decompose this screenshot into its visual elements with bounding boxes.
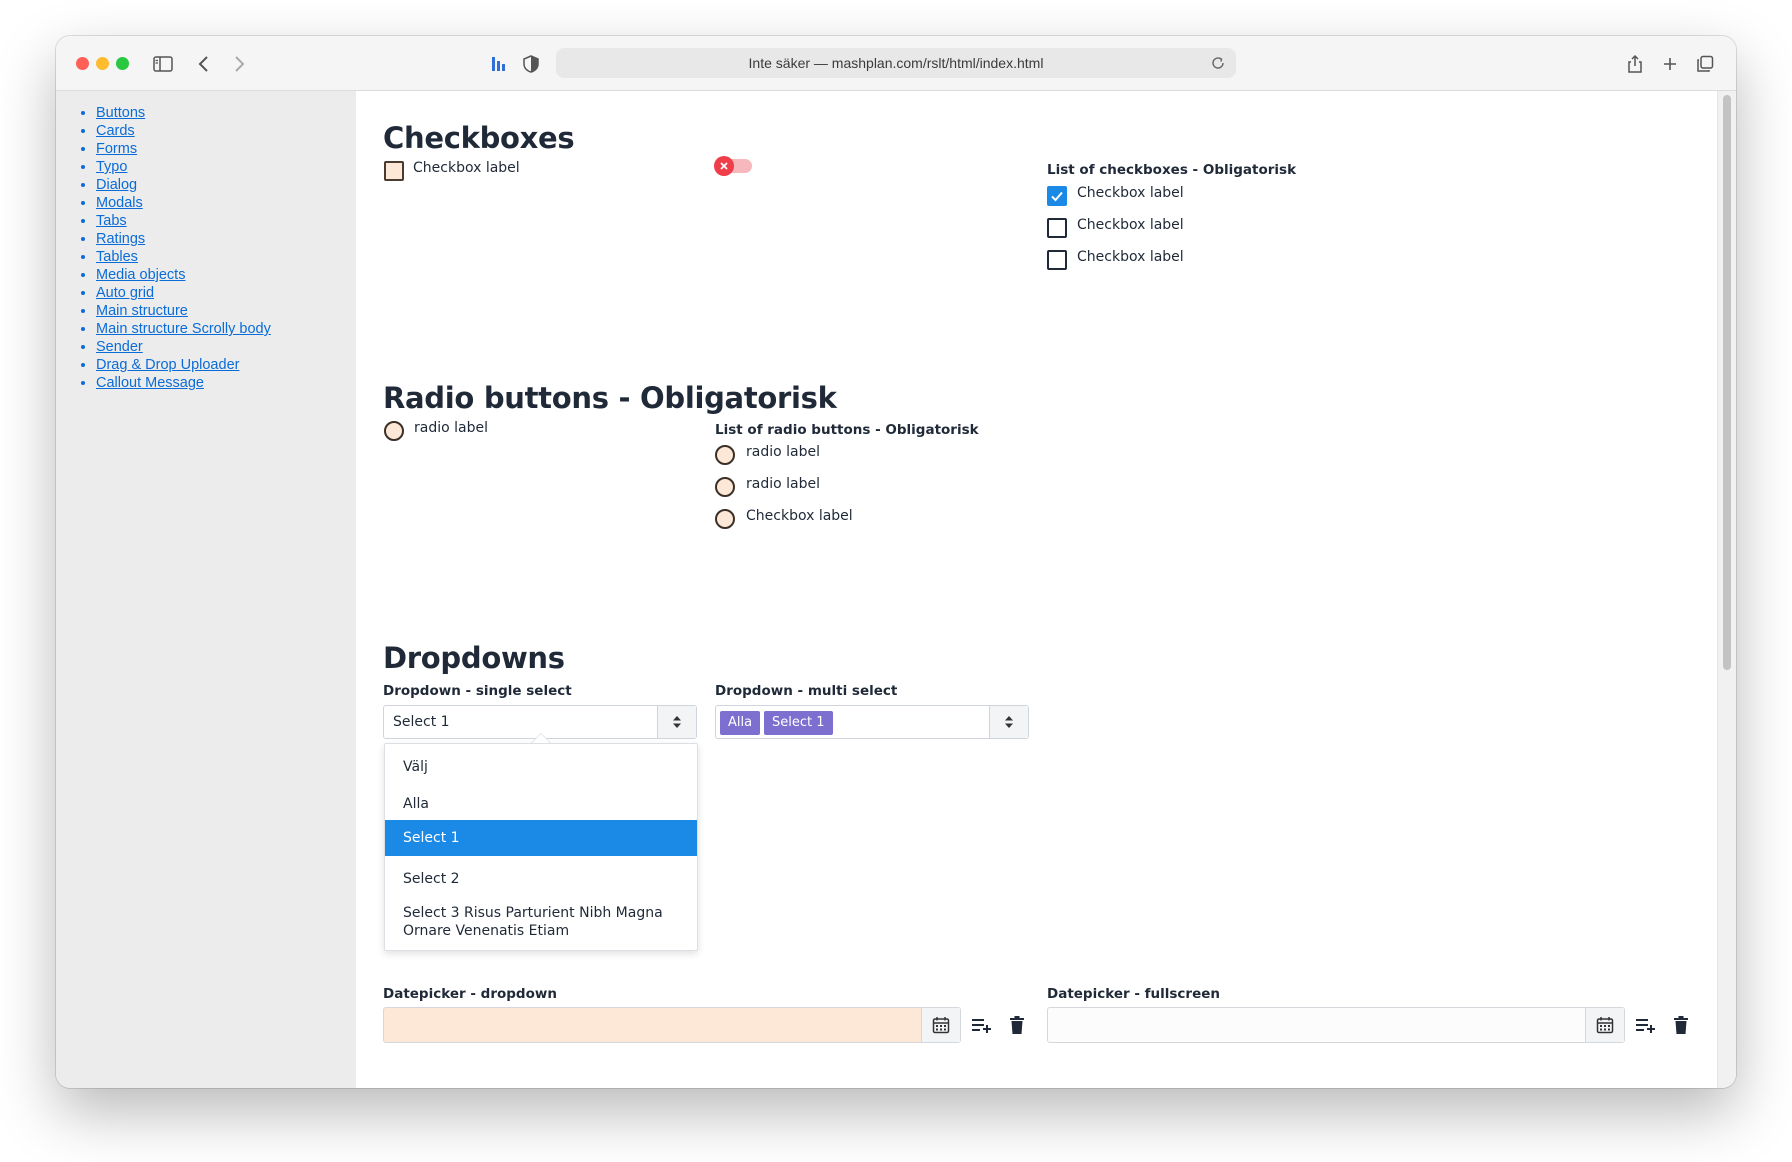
scrollbar-thumb[interactable] [1723, 95, 1731, 670]
trash-icon[interactable] [1669, 1013, 1693, 1037]
sidebar-item-dialog[interactable]: Dialog [96, 176, 356, 194]
checkbox-list-item-1[interactable] [1047, 186, 1067, 206]
single-checkbox[interactable] [384, 161, 404, 181]
single-radio[interactable] [384, 421, 404, 441]
browser-toolbar: Inte säker — mashplan.com/rslt/html/inde… [56, 36, 1736, 91]
sidebar-item-main-structure-scrolly[interactable]: Main structure Scrolly body [96, 320, 356, 338]
radio-list-label-2: radio label [746, 476, 820, 492]
radio-list-item-2[interactable] [715, 477, 735, 497]
dropdown-option[interactable]: Alla [385, 791, 697, 817]
checkbox-list-label-2: Checkbox label [1077, 217, 1184, 233]
single-select-menu: Välj Alla Select 1 Select 2 Select 3 Ris… [384, 743, 698, 951]
sidebar-item-buttons[interactable]: Buttons [96, 104, 356, 122]
radio-list-label-3: Checkbox label [746, 508, 853, 524]
checkboxes-heading: Checkboxes [383, 121, 575, 155]
radio-list-item-3[interactable] [715, 509, 735, 529]
privacy-shield-icon[interactable] [520, 53, 542, 75]
forward-icon[interactable] [228, 53, 250, 75]
dropdown-option[interactable]: Select 3 Risus Parturient Nibh Magna Orn… [385, 902, 697, 942]
single-select-label: Dropdown - single select [383, 683, 572, 699]
toggle-switch[interactable] [714, 156, 752, 176]
dropdowns-heading: Dropdowns [383, 641, 565, 675]
sidebar-item-tabs[interactable]: Tabs [96, 212, 356, 230]
datepicker-fullscreen-input[interactable] [1047, 1007, 1625, 1043]
sidebar-item-main-structure[interactable]: Main structure [96, 302, 356, 320]
select-arrows-icon[interactable] [657, 706, 696, 738]
reload-icon[interactable] [1210, 55, 1226, 71]
trash-icon[interactable] [1005, 1013, 1029, 1037]
calendar-icon[interactable] [921, 1008, 960, 1042]
sidebar-item-modals[interactable]: Modals [96, 194, 356, 212]
checkbox-list-label-3: Checkbox label [1077, 249, 1184, 265]
close-icon [720, 162, 728, 170]
datepicker-dropdown-label: Datepicker - dropdown [383, 986, 557, 1002]
radio-list-label-1: radio label [746, 444, 820, 460]
toggle-knob [714, 156, 734, 176]
dropdown-option[interactable]: Select 2 [385, 866, 697, 892]
dropdown-option-selected[interactable]: Select 1 [385, 820, 697, 856]
sidebar-item-callout-message[interactable]: Callout Message [96, 374, 356, 392]
minimize-window-button[interactable] [96, 57, 109, 70]
extension-icon[interactable] [487, 53, 509, 75]
multi-select-label: Dropdown - multi select [715, 683, 898, 699]
add-list-icon[interactable] [1634, 1013, 1658, 1037]
checkbox-list-title: List of checkboxes - Obligatorisk [1047, 162, 1297, 178]
single-checkbox-label: Checkbox label [413, 160, 520, 176]
sidebar-item-forms[interactable]: Forms [96, 140, 356, 158]
radios-heading: Radio buttons - Obligatorisk [383, 381, 837, 415]
sidebar: Buttons Cards Forms Typo Dialog Modals T… [56, 91, 356, 1088]
checkbox-list-item-2[interactable] [1047, 218, 1067, 238]
zoom-window-button[interactable] [116, 57, 129, 70]
sidebar-item-media-objects[interactable]: Media objects [96, 266, 356, 284]
close-window-button[interactable] [76, 57, 89, 70]
single-radio-label: radio label [414, 420, 488, 436]
tab-overview-icon[interactable] [1694, 53, 1716, 75]
single-select-value: Select 1 [393, 714, 450, 730]
sidebar-item-ratings[interactable]: Ratings [96, 230, 356, 248]
sidebar-item-auto-grid[interactable]: Auto grid [96, 284, 356, 302]
datepicker-dropdown-input[interactable] [383, 1007, 961, 1043]
select-arrows-icon[interactable] [989, 706, 1028, 738]
sidebar-item-sender[interactable]: Sender [96, 338, 356, 356]
browser-window: Inte säker — mashplan.com/rslt/html/inde… [56, 36, 1736, 1088]
multi-select-chip-alla[interactable]: Alla [720, 711, 761, 735]
address-text: Inte säker — mashplan.com/rslt/html/inde… [748, 55, 1044, 71]
sidebar-item-cards[interactable]: Cards [96, 122, 356, 140]
checkbox-list-label-1: Checkbox label [1077, 185, 1184, 201]
share-icon[interactable] [1624, 53, 1646, 75]
sidebar-item-typo[interactable]: Typo [96, 158, 356, 176]
scrollbar[interactable] [1717, 91, 1736, 1088]
radio-list-title: List of radio buttons - Obligatorisk [715, 422, 979, 438]
check-icon [1051, 191, 1063, 202]
sidebar-nav: Buttons Cards Forms Typo Dialog Modals T… [56, 91, 356, 392]
radio-list-item-1[interactable] [715, 445, 735, 465]
multi-select-chip-select-1[interactable]: Select 1 [764, 711, 833, 735]
calendar-icon[interactable] [1585, 1008, 1624, 1042]
sidebar-item-drag-drop-uploader[interactable]: Drag & Drop Uploader [96, 356, 356, 374]
multi-select[interactable]: Alla Select 1 [715, 705, 1029, 739]
dropdown-caret [532, 734, 550, 743]
sidebar-item-tables[interactable]: Tables [96, 248, 356, 266]
sidebar-toggle-icon[interactable] [152, 53, 174, 75]
address-bar[interactable]: Inte säker — mashplan.com/rslt/html/inde… [556, 48, 1236, 78]
new-tab-icon[interactable] [1659, 53, 1681, 75]
datepicker-fullscreen-label: Datepicker - fullscreen [1047, 986, 1221, 1002]
back-icon[interactable] [193, 53, 215, 75]
add-list-icon[interactable] [970, 1013, 994, 1037]
checkbox-list-item-3[interactable] [1047, 250, 1067, 270]
dropdown-option[interactable]: Välj [385, 754, 697, 780]
